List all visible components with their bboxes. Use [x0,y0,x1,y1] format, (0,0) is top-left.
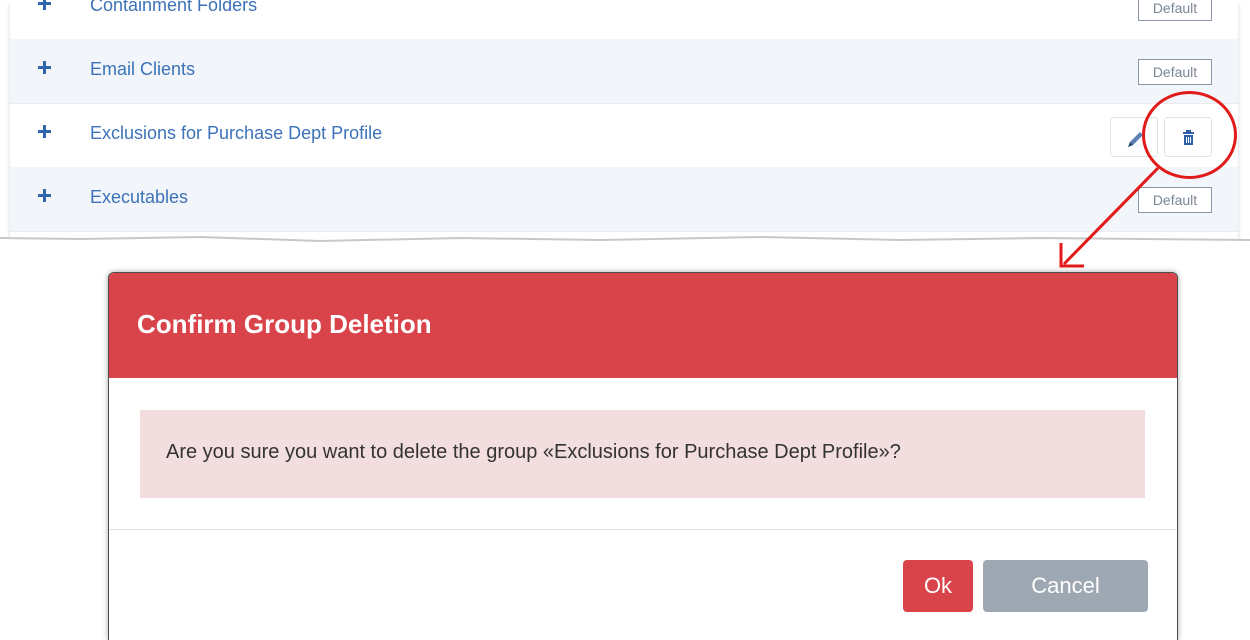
dialog-title: Confirm Group Deletion [137,309,432,339]
group-name[interactable]: Executables [90,187,188,208]
expand-plus-icon[interactable] [38,189,51,202]
group-row-containment-folders[interactable]: Containment Folders Default [10,0,1238,40]
confirmation-message: Are you sure you want to delete the grou… [166,441,901,463]
group-row-exclusions-purchase[interactable]: Exclusions for Purchase Dept Profile [10,103,1238,168]
expand-plus-icon[interactable] [38,0,51,10]
expand-plus-icon[interactable] [38,125,51,138]
group-row-executables[interactable]: Executables Default [10,167,1238,232]
default-badge: Default [1138,187,1212,213]
group-row-email-clients[interactable]: Email Clients Default [10,39,1238,104]
group-list: Containment Folders Default Email Client… [10,0,1238,240]
default-badge: Default [1138,59,1212,85]
expand-plus-icon[interactable] [38,61,51,74]
cancel-button[interactable]: Cancel [983,560,1148,612]
group-name[interactable]: Containment Folders [90,0,257,16]
footer-divider [109,529,1177,530]
confirmation-alert: Are you sure you want to delete the grou… [140,410,1145,498]
torn-edge-divider [0,235,1250,250]
confirm-delete-dialog: Confirm Group Deletion Are you sure you … [108,272,1178,640]
group-name[interactable]: Exclusions for Purchase Dept Profile [90,123,382,144]
ok-button[interactable]: Ok [903,560,973,612]
highlight-circle-annotation [1142,91,1237,179]
group-name[interactable]: Email Clients [90,59,195,80]
default-badge: Default [1138,0,1212,21]
dialog-header: Confirm Group Deletion [109,273,1177,378]
